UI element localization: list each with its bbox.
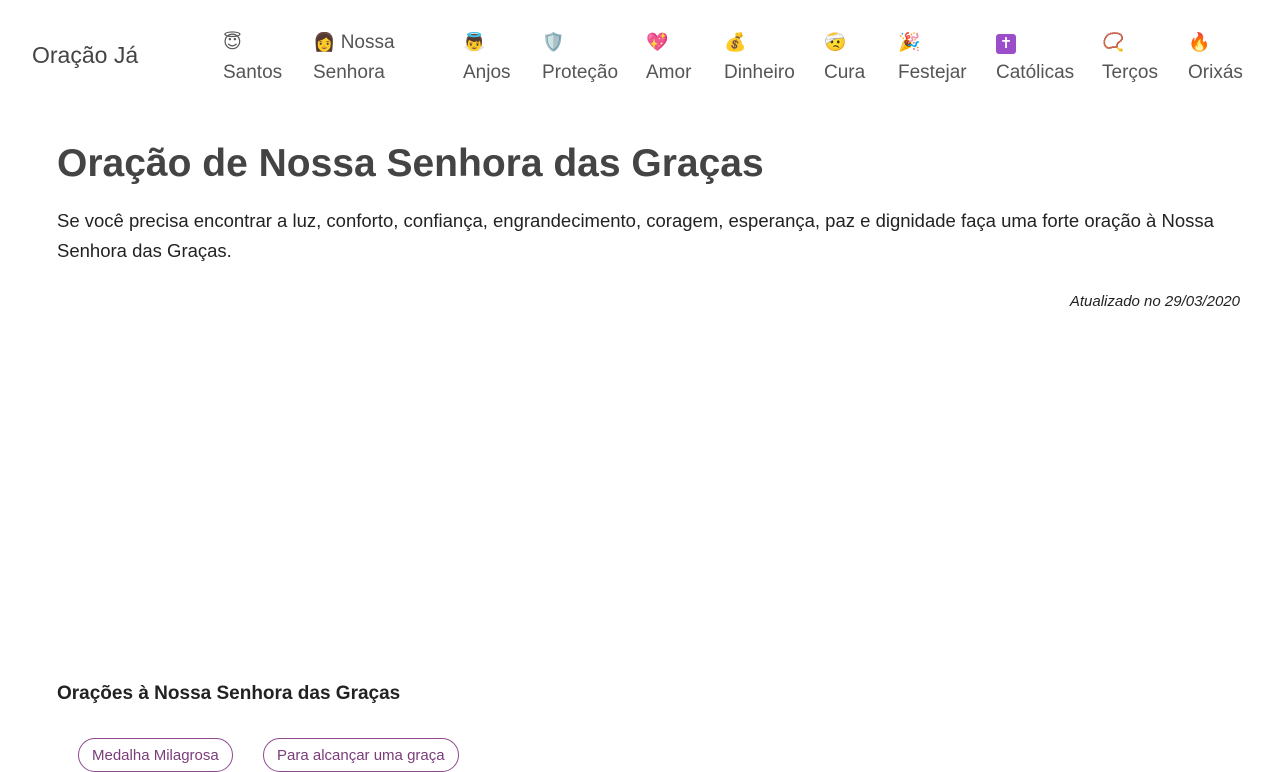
nav-item-label: Anjos [463, 62, 511, 83]
rosary-icon: 📿 [1102, 32, 1125, 52]
page-title: Oração de Nossa Senhora das Graças [57, 142, 764, 185]
nav-item-tercos[interactable]: 📿 Terços [1102, 28, 1158, 88]
tag-medalha-milagrosa[interactable]: Medalha Milagrosa [78, 738, 233, 772]
tag-alcancar-graca[interactable]: Para alcançar uma graça [263, 738, 459, 772]
nav-item-dinheiro[interactable]: 💰 Dinheiro [724, 28, 795, 88]
latin-cross-icon: ✝ [996, 34, 1016, 54]
shield-icon: 🛡️ [542, 32, 565, 52]
nav-item-label: Terços [1102, 62, 1158, 83]
top-navigation: Oração Já 😇 Santos 👩 Nossa Senhora 👼 Anj… [0, 0, 1280, 110]
nav-item-label-top: Nossa [340, 32, 395, 53]
woman-icon: 👩 [313, 32, 336, 52]
angel-icon: 👼 [463, 32, 486, 52]
party-popper-icon: 🎉 [898, 32, 921, 52]
nav-item-label: Senhora [313, 62, 385, 83]
money-bag-icon: 💰 [724, 32, 747, 52]
bandaged-face-icon: 🤕 [824, 32, 847, 52]
nav-item-label: Cura [824, 62, 866, 83]
fire-icon: 🔥 [1188, 32, 1211, 52]
nav-item-cura[interactable]: 🤕 Cura [824, 28, 865, 88]
nav-item-label: Orixás [1188, 62, 1243, 83]
nav-item-anjos[interactable]: 👼 Anjos [463, 28, 511, 88]
nav-item-nossa-senhora[interactable]: 👩 Nossa Senhora [313, 28, 395, 88]
nav-item-label: Proteção [542, 62, 619, 83]
nav-item-catolicas[interactable]: ✝ Católicas [996, 28, 1074, 88]
nav-item-protecao[interactable]: 🛡️ Proteção [542, 28, 618, 88]
halo-face-icon: 😇 [223, 32, 242, 52]
related-prayers-heading: Orações à Nossa Senhora das Graças [57, 683, 401, 704]
sparkling-heart-icon: 💖 [646, 32, 669, 52]
nav-item-label: Católicas [996, 62, 1075, 83]
nav-item-amor[interactable]: 💖 Amor [646, 28, 691, 88]
site-logo[interactable]: Oração Já [32, 42, 138, 69]
intro-paragraph: Se você precisa encontrar a luz, confort… [57, 210, 1214, 261]
nav-item-label: Santos [223, 62, 283, 83]
nav-item-label: Festejar [898, 62, 967, 83]
nav-item-label: Amor [646, 62, 692, 83]
nav-item-label: Dinheiro [724, 62, 795, 83]
nav-item-orixas[interactable]: 🔥 Orixás [1188, 28, 1243, 88]
nav-item-festejar[interactable]: 🎉 Festejar [898, 28, 967, 88]
nav-item-santos[interactable]: 😇 Santos [223, 28, 282, 88]
updated-date: Atualizado no 29/03/2020 [1069, 293, 1240, 310]
